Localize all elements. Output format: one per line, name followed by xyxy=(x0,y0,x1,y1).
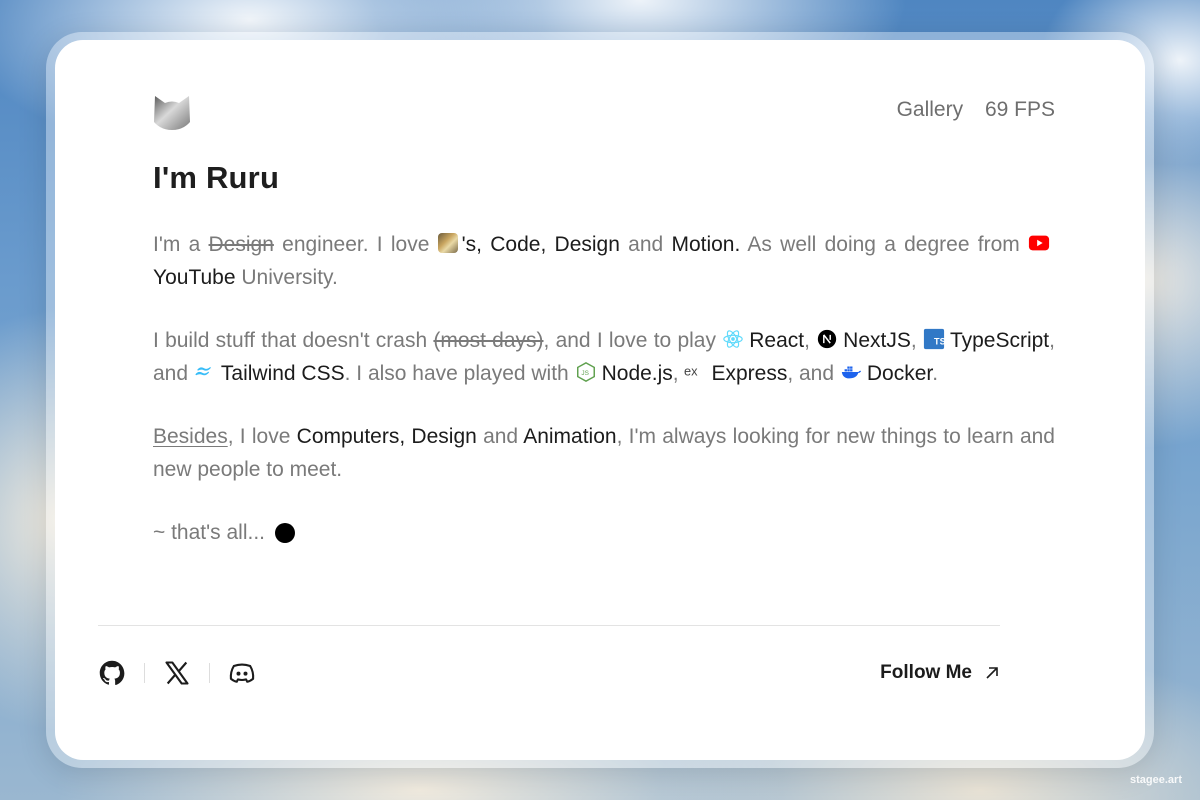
intro-text: and xyxy=(628,233,664,256)
gallery-link[interactable]: Gallery xyxy=(897,98,964,121)
build-text: I build stuff that doesn't crash xyxy=(153,329,428,352)
highlight-react[interactable]: React xyxy=(749,329,804,352)
build-text: and xyxy=(799,362,835,385)
express-icon: ex xyxy=(684,361,706,383)
card-content: Gallery 69 FPS I'm Ruru I'm a Design eng… xyxy=(153,92,1055,549)
highlight-design: Design xyxy=(554,233,620,256)
highlight-docker[interactable]: Docker xyxy=(867,362,932,385)
struck-most-days: (most days) xyxy=(433,329,544,352)
svg-text:TS: TS xyxy=(934,337,945,347)
highlight-tailwind[interactable]: Tailwind CSS xyxy=(221,362,345,385)
tailwind-icon xyxy=(194,361,216,383)
intro-text: I'm a xyxy=(153,233,201,256)
besides-link[interactable]: Besides xyxy=(153,425,228,448)
social-separator xyxy=(144,663,145,683)
discord-icon[interactable] xyxy=(228,659,256,687)
watermark: stagee.art xyxy=(1130,774,1182,786)
highlight-typescript[interactable]: TypeScript xyxy=(950,329,1049,352)
highlight-express[interactable]: Express xyxy=(711,362,787,385)
docker-icon xyxy=(840,361,862,383)
youtube-icon xyxy=(1028,232,1050,254)
build-text: , and I love to play xyxy=(543,329,716,352)
nodejs-icon: JS xyxy=(575,361,597,383)
arrow-up-right-icon xyxy=(986,667,998,679)
besides-text: , I love xyxy=(227,425,291,448)
nextjs-icon xyxy=(816,328,838,350)
intro-text: As well doing a degree from xyxy=(747,233,1020,256)
react-icon xyxy=(722,328,744,350)
build-text: . I also have played with xyxy=(344,362,569,385)
intro-text: engineer. I love xyxy=(282,233,430,256)
svg-text:ex: ex xyxy=(684,364,698,379)
black-dot-icon[interactable] xyxy=(274,523,295,543)
github-icon[interactable] xyxy=(98,659,126,687)
highlight-youtube[interactable]: YouTube xyxy=(153,266,236,289)
social-links xyxy=(98,656,256,690)
highlight-animation: Animation xyxy=(523,425,617,448)
footer-divider xyxy=(98,625,1000,626)
top-bar: Gallery 69 FPS xyxy=(153,92,1055,132)
top-nav: Gallery 69 FPS xyxy=(881,98,1055,122)
besides-paragraph: Besides, I love Computers, Design and An… xyxy=(153,420,1055,486)
intro-paragraph: I'm a Design engineer. I love 's, Code, … xyxy=(153,228,1055,294)
highlight-motion: Motion. xyxy=(671,233,741,256)
page-title: I'm Ruru xyxy=(153,160,280,195)
typescript-icon: TS xyxy=(923,328,945,350)
highlight-node[interactable]: Node.js xyxy=(602,362,673,385)
follow-me-button[interactable]: Follow Me xyxy=(880,662,1000,684)
cat-icon xyxy=(437,233,458,253)
highlight-text: 's, xyxy=(461,233,482,256)
fps-counter: 69 FPS xyxy=(984,98,1055,121)
social-separator xyxy=(209,663,210,683)
thats-all-line: ~ that's all... xyxy=(153,516,1055,549)
follow-me-label: Follow Me xyxy=(880,662,972,683)
highlight-nextjs[interactable]: NextJS xyxy=(843,329,911,352)
highlight-computers: Computers, Design xyxy=(296,425,477,448)
logo-icon[interactable] xyxy=(153,92,191,132)
x-icon[interactable] xyxy=(163,659,191,687)
build-paragraph: I build stuff that doesn't crash (most d… xyxy=(153,328,1055,385)
intro-text: University. xyxy=(241,266,338,289)
thats-all-text: ~ that's all... xyxy=(153,521,265,544)
highlight-code: Code, xyxy=(490,233,547,256)
profile-card: Gallery 69 FPS I'm Ruru I'm a Design eng… xyxy=(55,40,1145,760)
besides-text: and xyxy=(483,425,519,448)
svg-text:JS: JS xyxy=(581,370,588,377)
struck-design: Design xyxy=(208,233,274,256)
